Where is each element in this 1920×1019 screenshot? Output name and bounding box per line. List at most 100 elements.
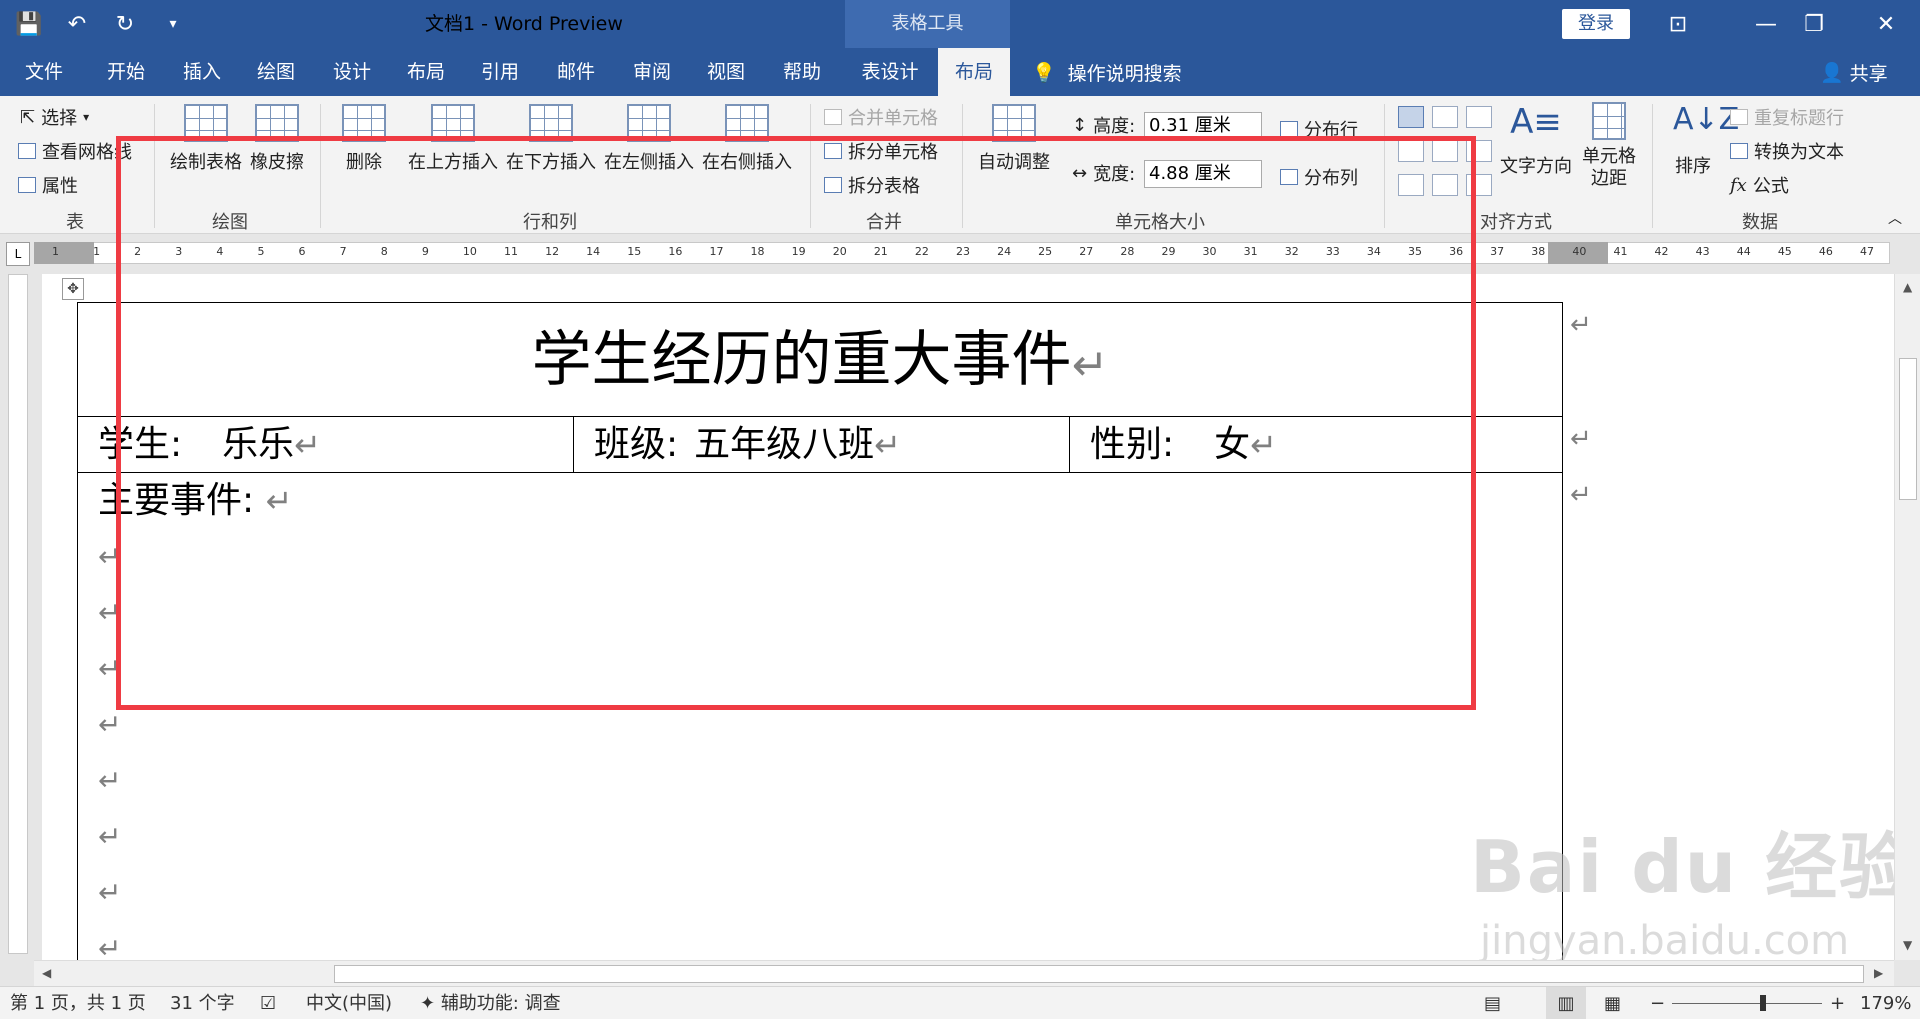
align-middle-right-icon[interactable] (1466, 140, 1492, 162)
vertical-scroll-thumb[interactable] (1899, 358, 1917, 500)
empty-paragraph[interactable]: ↵ (98, 865, 1562, 921)
empty-paragraph[interactable]: ↵ (98, 753, 1562, 809)
document-table[interactable]: 学生经历的重大事件↵ 学生: 乐乐↵ 班级: 五年级八班↵ 性别: 女↵ 主要事件: … (77, 302, 1563, 960)
save-icon[interactable]: 💾 (14, 9, 44, 39)
ribbon-display-icon[interactable]: ⊡ (1648, 0, 1708, 48)
eraser-button[interactable]: 橡皮擦 (246, 104, 308, 174)
zoom-in-icon[interactable]: + (1830, 987, 1845, 1019)
tab-home[interactable]: 开始 (96, 48, 156, 96)
horizontal-scrollbar[interactable]: ◀ ▶ (34, 960, 1894, 986)
print-layout-icon[interactable]: ▥ (1546, 987, 1586, 1019)
ruler-number: 11 (504, 245, 518, 258)
insert-below-button[interactable]: 在下方插入 (504, 104, 598, 174)
split-table-button[interactable]: 拆分表格 (824, 172, 920, 198)
convert-to-text-button[interactable]: 转换为文本 (1730, 138, 1844, 164)
tab-table-design[interactable]: 表设计 (852, 48, 928, 96)
gender-cell[interactable]: 性别: 女↵ (1069, 417, 1561, 473)
align-bottom-right-icon[interactable] (1466, 174, 1492, 196)
zoom-thumb[interactable] (1760, 995, 1766, 1011)
empty-paragraph[interactable]: ↵ (98, 585, 1562, 641)
distribute-rows-button[interactable]: 分布行 (1280, 116, 1358, 142)
scroll-right-icon[interactable]: ▶ (1874, 966, 1883, 980)
redo-icon[interactable]: ↻ (110, 9, 140, 39)
language[interactable]: 中文(中国) (306, 987, 392, 1019)
insert-left-button[interactable]: 在左侧插入 (602, 104, 696, 174)
word-count[interactable]: 31 个字 (170, 987, 235, 1019)
sort-button[interactable]: A↓Z 排序 (1666, 102, 1739, 178)
delete-button[interactable]: 删除 (336, 104, 392, 174)
tab-references[interactable]: 引用 (470, 48, 530, 96)
tab-review[interactable]: 审阅 (622, 48, 682, 96)
tab-help[interactable]: 帮助 (772, 48, 832, 96)
align-top-center-icon[interactable] (1432, 106, 1458, 128)
split-cells-button[interactable]: 拆分单元格 (824, 138, 938, 164)
tell-me-search[interactable]: 💡 操作说明搜索 (1032, 48, 1182, 96)
tab-file[interactable]: 文件 (14, 48, 74, 96)
table-row[interactable]: 学生: 乐乐↵ 班级: 五年级八班↵ 性别: 女↵ (78, 417, 1562, 473)
ruler-number: 46 (1818, 245, 1833, 258)
empty-paragraph[interactable]: ↵ (98, 529, 1562, 585)
login-button[interactable]: 登录 (1562, 9, 1630, 39)
web-layout-icon[interactable]: ▦ (1604, 987, 1621, 1019)
collapse-ribbon-icon[interactable]: ︿ (1888, 208, 1902, 228)
table-row[interactable]: 学生经历的重大事件↵ (78, 303, 1562, 417)
align-bottom-left-icon[interactable] (1398, 174, 1424, 196)
distribute-cols-button[interactable]: 分布列 (1280, 164, 1358, 190)
table-row[interactable]: 主要事件: ↵ ↵ ↵ ↵ ↵ ↵ ↵ ↵ ↵ (78, 473, 1562, 960)
proofing-icon[interactable]: ☑ (260, 987, 276, 1019)
tab-mailings[interactable]: 邮件 (546, 48, 606, 96)
scroll-left-icon[interactable]: ◀ (42, 966, 51, 980)
table-move-handle-icon[interactable]: ✥ (62, 278, 84, 300)
align-middle-left-icon[interactable] (1398, 140, 1424, 162)
empty-paragraph[interactable]: ↵ (98, 921, 1562, 960)
properties-button[interactable]: 属性 (18, 172, 78, 198)
repeat-header-button[interactable]: 重复标题行 (1730, 104, 1844, 130)
student-value: 乐乐 (222, 424, 295, 465)
horizontal-scroll-thumb[interactable] (334, 965, 1864, 983)
autofit-button[interactable]: 自动调整 (974, 104, 1054, 174)
tab-design[interactable]: 设计 (322, 48, 382, 96)
undo-icon[interactable]: ↶ (62, 9, 92, 39)
height-input[interactable]: 0.31 厘米 (1144, 112, 1262, 140)
restore-icon[interactable]: ❐ (1784, 0, 1844, 48)
vertical-scrollbar[interactable]: ▲ ▼ (1894, 274, 1920, 960)
tab-table-layout[interactable]: 布局 (938, 48, 1010, 96)
zoom-slider[interactable] (1672, 987, 1822, 1019)
tab-view[interactable]: 视图 (696, 48, 756, 96)
customize-qat-icon[interactable]: ▾ (158, 9, 188, 39)
horizontal-ruler[interactable]: L 1 1 2 3 4 5 6 7 8 9 10 11 12 14 15 16 17 18 19 20 21 22 23 24… (0, 234, 1920, 274)
class-cell[interactable]: 班级: 五年级八班↵ (573, 417, 1069, 473)
empty-paragraph[interactable]: ↵ (98, 809, 1562, 865)
scroll-up-icon[interactable]: ▲ (1903, 280, 1912, 294)
tab-insert[interactable]: 插入 (172, 48, 232, 96)
scroll-down-icon[interactable]: ▼ (1903, 938, 1912, 952)
select-button[interactable]: ⇱ 选择 ▾ (20, 104, 89, 130)
align-top-left-icon[interactable] (1398, 106, 1424, 128)
draw-table-button[interactable]: 绘制表格 (168, 104, 244, 174)
tab-layout-page[interactable]: 布局 (396, 48, 456, 96)
view-gridlines-button[interactable]: 查看网格线 (18, 138, 132, 164)
formula-button[interactable]: fx 公式 (1730, 172, 1789, 198)
read-mode-icon[interactable]: ▤ (1484, 987, 1501, 1019)
tab-selector-icon[interactable]: L (6, 242, 30, 266)
close-icon[interactable]: ✕ (1856, 0, 1916, 48)
merge-cells-button[interactable]: 合并单元格 (824, 104, 938, 130)
zoom-out-icon[interactable]: − (1650, 987, 1665, 1019)
text-direction-button[interactable]: A≡ 文字方向 (1498, 102, 1574, 178)
accessibility-status[interactable]: ✦ 辅助功能: 调查 (420, 987, 561, 1019)
insert-right-button[interactable]: 在右侧插入 (700, 104, 794, 174)
tab-draw[interactable]: 绘图 (246, 48, 306, 96)
insert-above-button[interactable]: 在上方插入 (406, 104, 500, 174)
empty-paragraph[interactable]: ↵ (98, 697, 1562, 753)
empty-paragraph[interactable]: ↵ (98, 641, 1562, 697)
cell-margins-button[interactable]: 单元格 边距 (1578, 102, 1640, 190)
align-middle-center-icon[interactable] (1432, 140, 1458, 162)
zoom-level[interactable]: 179% (1860, 987, 1911, 1019)
share-button[interactable]: 👤 共享 (1820, 48, 1888, 96)
page-count[interactable]: 第 1 页，共 1 页 (10, 987, 146, 1019)
main-events-cell[interactable]: 主要事件: ↵ (98, 473, 1562, 529)
align-bottom-center-icon[interactable] (1432, 174, 1458, 196)
student-cell[interactable]: 学生: 乐乐↵ (78, 417, 573, 473)
align-top-right-icon[interactable] (1466, 106, 1492, 128)
width-input[interactable]: 4.88 厘米 (1144, 160, 1262, 188)
